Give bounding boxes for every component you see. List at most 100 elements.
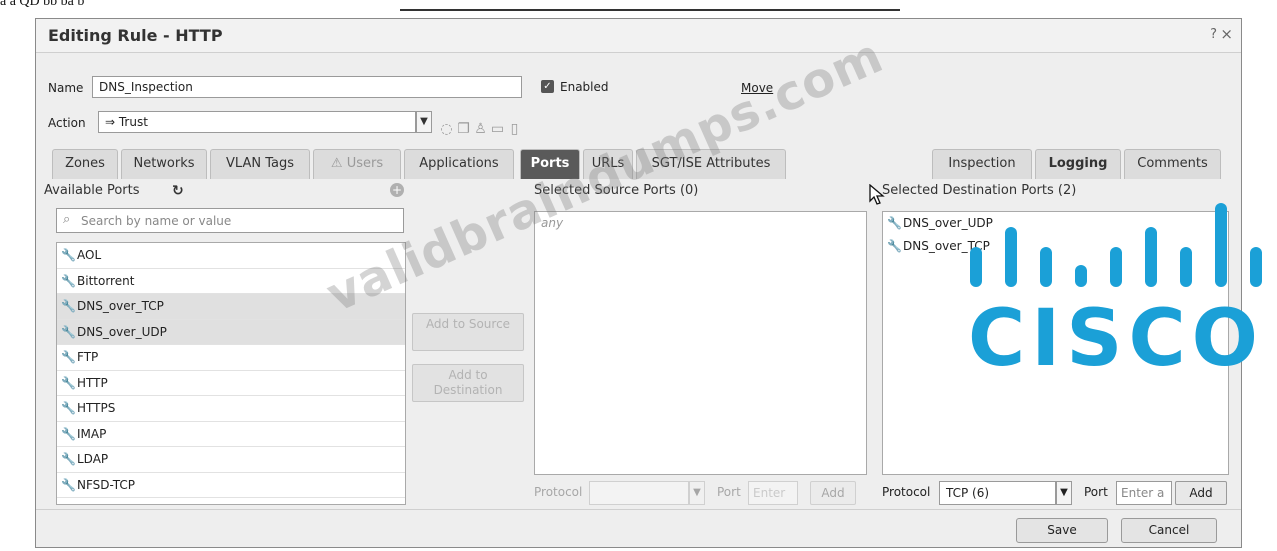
- destination-protocol-dropdown-arrow[interactable]: ▼: [1056, 481, 1072, 505]
- source-add-button[interactable]: Add: [810, 481, 856, 505]
- list-item-label: HTTPS: [77, 401, 116, 415]
- enabled-label: Enabled: [560, 80, 609, 94]
- cropped-rule-line: [400, 9, 900, 11]
- action-label: Action: [48, 116, 86, 130]
- dialog-footer: Save Cancel: [36, 509, 1241, 547]
- list-item-label: DNS_over_TCP: [903, 239, 990, 253]
- tab-users-label: Users: [346, 156, 384, 171]
- wrench-icon: 🔧: [61, 299, 76, 313]
- wrench-icon: 🔧: [61, 375, 76, 390]
- add-port-icon[interactable]: +: [390, 183, 404, 197]
- warning-icon: ⚠: [330, 156, 347, 171]
- list-item-ftp[interactable]: 🔧FTP: [57, 345, 405, 371]
- list-item-dns-over-tcp[interactable]: 🔧DNS_over_TCP: [57, 294, 405, 320]
- tab-comments[interactable]: Comments: [1124, 149, 1221, 179]
- list-item-bittorrent[interactable]: 🔧Bittorrent: [57, 269, 405, 294]
- destination-protocol-row: Protocol TCP (6) ▼ Port Enter a Add: [882, 481, 1229, 505]
- folder-icon[interactable]: ▭: [490, 122, 505, 137]
- tab-ports[interactable]: Ports: [520, 149, 580, 179]
- trash-icon[interactable]: [1215, 239, 1225, 252]
- source-protocol-dropdown-arrow[interactable]: ▼: [689, 481, 705, 505]
- destination-ports-list: 🔧DNS_over_UDP 🔧DNS_over_TCP: [882, 211, 1229, 475]
- mouse-cursor-icon: [869, 184, 885, 205]
- wrench-icon: 🔧: [61, 324, 76, 339]
- list-item-label: DNS_over_TCP: [77, 299, 164, 313]
- available-ports-heading: Available Ports: [44, 183, 140, 198]
- ports-panel: Available Ports ↻ + ⌕ 🔧AOL 🔧Bittorrent 🔧…: [44, 179, 1239, 506]
- source-protocol-label: Protocol: [534, 485, 583, 499]
- wrench-icon: 🔧: [61, 477, 76, 492]
- document-icon[interactable]: ▯: [507, 122, 522, 137]
- source-protocol-select[interactable]: [589, 481, 689, 505]
- editing-rule-dialog: Editing Rule - HTTP ? × Name DNS_Inspect…: [35, 18, 1242, 548]
- action-dropdown-arrow[interactable]: ▼: [416, 111, 432, 133]
- tab-users[interactable]: ⚠ Users: [313, 149, 401, 179]
- available-ports-list: 🔧AOL 🔧Bittorrent 🔧DNS_over_TCP 🔧DNS_over…: [56, 242, 406, 505]
- list-item-label: DNS_over_UDP: [903, 216, 993, 230]
- list-item-nfsd-tcp[interactable]: 🔧NFSD-TCP: [57, 473, 405, 498]
- wrench-icon: 🔧: [61, 426, 76, 441]
- help-icon[interactable]: ?: [1210, 27, 1217, 42]
- wrench-icon: 🔧: [887, 239, 902, 253]
- list-item-label: IMAP: [77, 426, 107, 441]
- refresh-icon[interactable]: ↻: [172, 183, 184, 199]
- tab-networks[interactable]: Networks: [121, 149, 207, 179]
- wrench-icon: 🔧: [61, 350, 76, 364]
- destination-protocol-select[interactable]: TCP (6): [939, 481, 1056, 505]
- search-input[interactable]: [81, 211, 399, 230]
- save-button[interactable]: Save: [1016, 518, 1108, 543]
- move-link[interactable]: Move: [741, 81, 773, 95]
- list-item-https[interactable]: 🔧HTTPS: [57, 396, 405, 422]
- wrench-icon: 🔧: [61, 452, 76, 466]
- dialog-titlebar: Editing Rule - HTTP ? ×: [36, 19, 1241, 53]
- trash-icon[interactable]: [1215, 216, 1225, 229]
- source-protocol-row: Protocol ▼ Port Enter Add: [534, 481, 867, 505]
- destination-add-button[interactable]: Add: [1175, 481, 1227, 505]
- list-item-ldap[interactable]: 🔧LDAP: [57, 447, 405, 473]
- list-item-imap[interactable]: 🔧IMAP: [57, 422, 405, 447]
- cancel-button[interactable]: Cancel: [1121, 518, 1217, 543]
- top-strip: a a QD bb ba b: [0, 0, 1277, 16]
- wrench-icon: 🔧: [61, 248, 76, 262]
- destination-ports-heading: Selected Destination Ports (2): [882, 183, 1077, 198]
- list-item-label: Bittorrent: [77, 273, 135, 288]
- tab-zones[interactable]: Zones: [52, 149, 118, 179]
- list-item-dns-over-tcp-dest[interactable]: 🔧DNS_over_TCP: [883, 235, 1228, 258]
- copy-icon[interactable]: ❐: [456, 122, 471, 137]
- list-item-label: HTTP: [77, 375, 108, 390]
- source-any-text: any: [541, 216, 564, 230]
- search-box: ⌕: [56, 208, 404, 233]
- destination-protocol-label: Protocol: [882, 485, 931, 499]
- list-item-aol[interactable]: 🔧AOL: [57, 243, 405, 269]
- destination-port-input[interactable]: Enter a: [1116, 481, 1172, 505]
- list-item-label: AOL: [77, 248, 102, 262]
- dialog-title: Editing Rule - HTTP: [48, 26, 223, 45]
- tab-sgt-ise-attributes[interactable]: SGT/ISE Attributes: [636, 149, 786, 179]
- close-icon[interactable]: ×: [1220, 25, 1233, 43]
- wrench-icon: 🔧: [61, 273, 76, 288]
- source-port-input[interactable]: Enter: [748, 481, 798, 505]
- tab-applications[interactable]: Applications: [404, 149, 514, 179]
- tab-inspection[interactable]: Inspection: [932, 149, 1032, 179]
- source-ports-heading: Selected Source Ports (0): [534, 183, 699, 198]
- shield-icon[interactable]: ◌: [439, 122, 454, 137]
- users-icon[interactable]: ♙: [473, 122, 488, 137]
- list-item-http[interactable]: 🔧HTTP: [57, 371, 405, 396]
- name-input[interactable]: DNS_Inspection: [92, 76, 522, 98]
- add-to-destination-button[interactable]: Add to Destination: [412, 364, 524, 402]
- source-ports-list: any: [534, 211, 867, 475]
- list-item-label: DNS_over_UDP: [77, 324, 167, 339]
- wrench-icon: 🔧: [61, 401, 76, 415]
- tab-urls[interactable]: URLs: [583, 149, 633, 179]
- tab-vlan-tags[interactable]: VLAN Tags: [210, 149, 310, 179]
- add-to-source-button[interactable]: Add to Source: [412, 313, 524, 351]
- list-item-dns-over-udp-dest[interactable]: 🔧DNS_over_UDP: [883, 212, 1228, 235]
- cropped-text-fragment: a a QD bb ba b: [0, 0, 85, 9]
- list-item-label: LDAP: [77, 452, 109, 466]
- rule-tabs: Zones Networks VLAN Tags ⚠ Users Applica…: [48, 149, 1233, 179]
- enabled-checkbox[interactable]: ✓: [541, 80, 554, 93]
- list-item-dns-over-udp[interactable]: 🔧DNS_over_UDP: [57, 319, 405, 345]
- wrench-icon: 🔧: [887, 216, 902, 230]
- tab-logging[interactable]: Logging: [1035, 149, 1121, 179]
- action-select[interactable]: ⇒ Trust: [98, 111, 416, 133]
